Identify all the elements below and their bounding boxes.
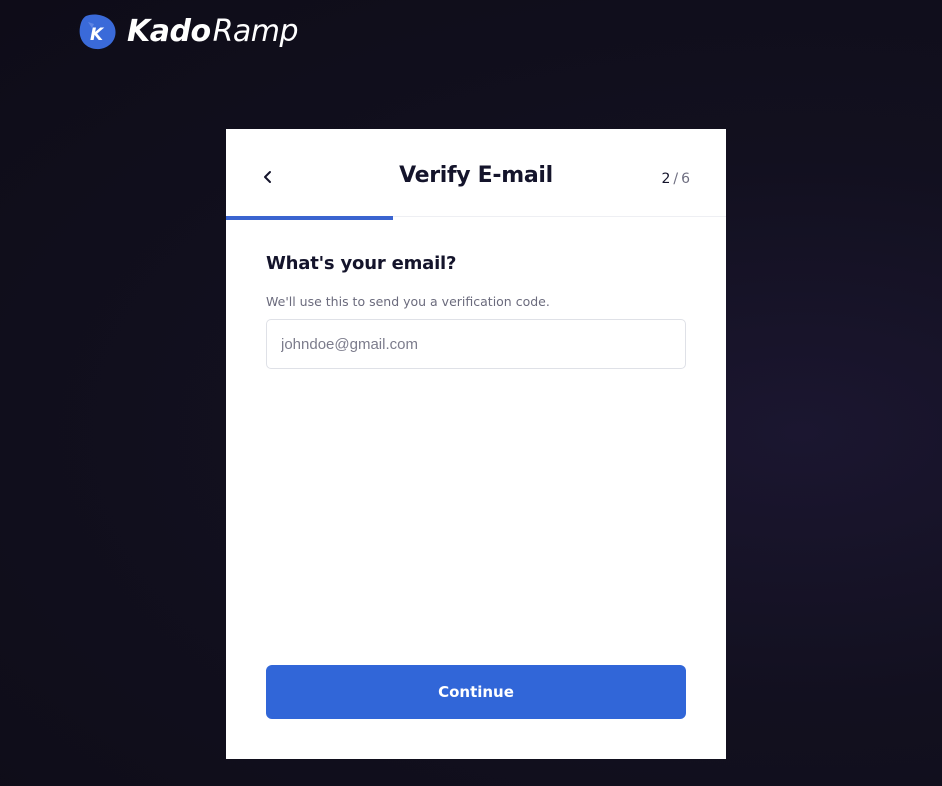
verify-email-card: Verify E-mail 2/6 What's your email? We'… (226, 129, 726, 759)
svg-text:K: K (90, 25, 105, 45)
continue-button[interactable]: Continue (266, 665, 686, 719)
step-separator: / (673, 171, 679, 187)
page-title: Verify E-mail (399, 163, 553, 188)
kado-logo-icon: K (79, 14, 116, 50)
email-question: What's your email? (266, 253, 457, 274)
email-field[interactable] (266, 319, 686, 369)
step-current: 2 (661, 171, 671, 187)
brand[interactable]: K KadoRamp (78, 12, 299, 52)
progress-bar (226, 216, 393, 220)
brand-name-bold: Kado (127, 14, 211, 49)
brand-name-light: Ramp (212, 14, 299, 49)
step-indicator: 2/6 (661, 171, 690, 187)
email-helper-text: We'll use this to send you a verificatio… (266, 294, 550, 309)
email-section: What's your email? We'll use this to sen… (266, 253, 686, 369)
card-header: Verify E-mail 2/6 (226, 129, 726, 220)
brand-name: KadoRamp (127, 12, 299, 52)
step-total: 6 (681, 171, 690, 187)
